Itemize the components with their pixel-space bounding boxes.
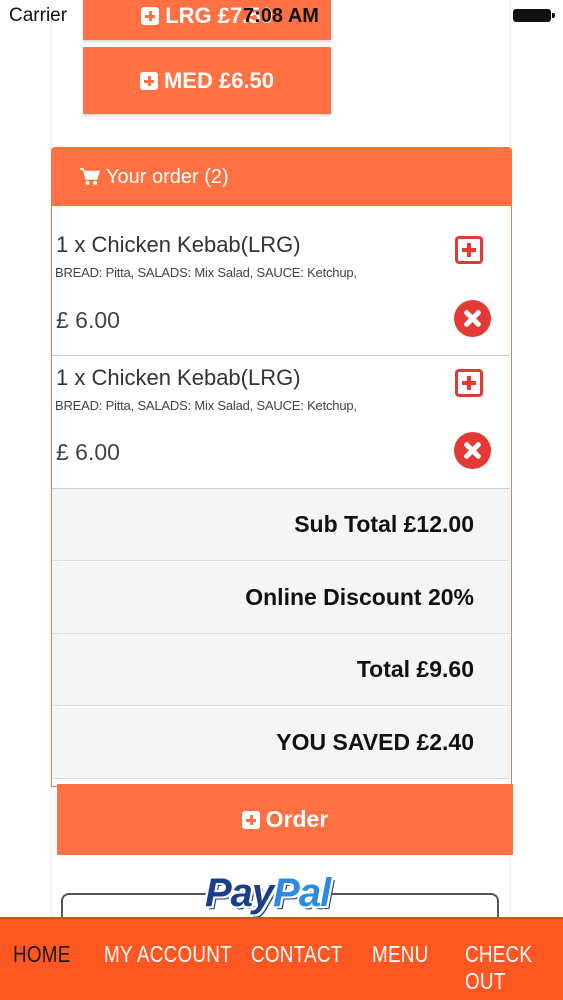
add-item-icon[interactable] <box>455 236 483 264</box>
nav-check-out[interactable]: CHECK OUT <box>465 941 545 995</box>
order-button-label: Order <box>265 806 329 832</box>
order-item: 1 x Chicken Kebab(LRG) BREAD: Pitta, SAL… <box>52 357 510 489</box>
remove-item-icon[interactable] <box>454 300 491 337</box>
saved-text: YOU SAVED £2.40 <box>276 729 474 755</box>
subtotal-text: Sub Total £12.00 <box>294 511 474 537</box>
plus-icon <box>241 810 260 829</box>
saved-row: YOU SAVED £2.40 <box>52 707 510 779</box>
nav-menu[interactable]: MENU <box>372 941 429 968</box>
add-item-icon[interactable] <box>455 369 483 397</box>
discount-text: Online Discount 20% <box>245 584 474 610</box>
total-row: Total £9.60 <box>52 634 510 706</box>
order-header: Your order (2) <box>52 148 511 206</box>
battery-icon <box>513 9 555 22</box>
item-description: BREAD: Pitta, SALADS: Mix Salad, SAUCE: … <box>55 398 357 413</box>
order-button[interactable]: Order <box>57 784 513 855</box>
order-item: 1 x Chicken Kebab(LRG) BREAD: Pitta, SAL… <box>52 224 510 356</box>
cart-icon <box>80 168 100 185</box>
bottom-nav: HOME MY ACCOUNT CONTACT MENU CHECK OUT <box>0 917 563 1000</box>
status-time: 7:08 AM <box>243 5 319 27</box>
item-description: BREAD: Pitta, SALADS: Mix Salad, SAUCE: … <box>55 265 357 280</box>
add-med-button[interactable]: MED £6.50 <box>83 47 331 114</box>
plus-icon <box>141 7 160 25</box>
nav-home[interactable]: HOME <box>13 941 71 968</box>
order-header-label: Your order (2) <box>106 165 229 188</box>
discount-row: Online Discount 20% <box>52 562 510 634</box>
item-price: £ 6.00 <box>56 439 120 465</box>
plus-icon <box>139 71 158 90</box>
subtotal-row: Sub Total £12.00 <box>52 489 510 561</box>
paypal-logo-pay: Pay <box>205 871 274 915</box>
nav-my-account[interactable]: MY ACCOUNT <box>104 941 232 968</box>
status-carrier: Carrier <box>9 5 68 26</box>
item-price: £ 6.00 <box>56 307 120 333</box>
remove-item-icon[interactable] <box>454 432 491 469</box>
paypal-logo-pal: Pal <box>273 871 331 915</box>
item-title: 1 x Chicken Kebab(LRG) <box>56 365 301 390</box>
nav-contact[interactable]: CONTACT <box>251 941 342 968</box>
paypal-logo[interactable]: PayPal <box>205 871 331 916</box>
item-title: 1 x Chicken Kebab(LRG) <box>56 232 301 257</box>
total-text: Total £9.60 <box>356 656 474 682</box>
add-med-label: MED £6.50 <box>163 67 275 93</box>
